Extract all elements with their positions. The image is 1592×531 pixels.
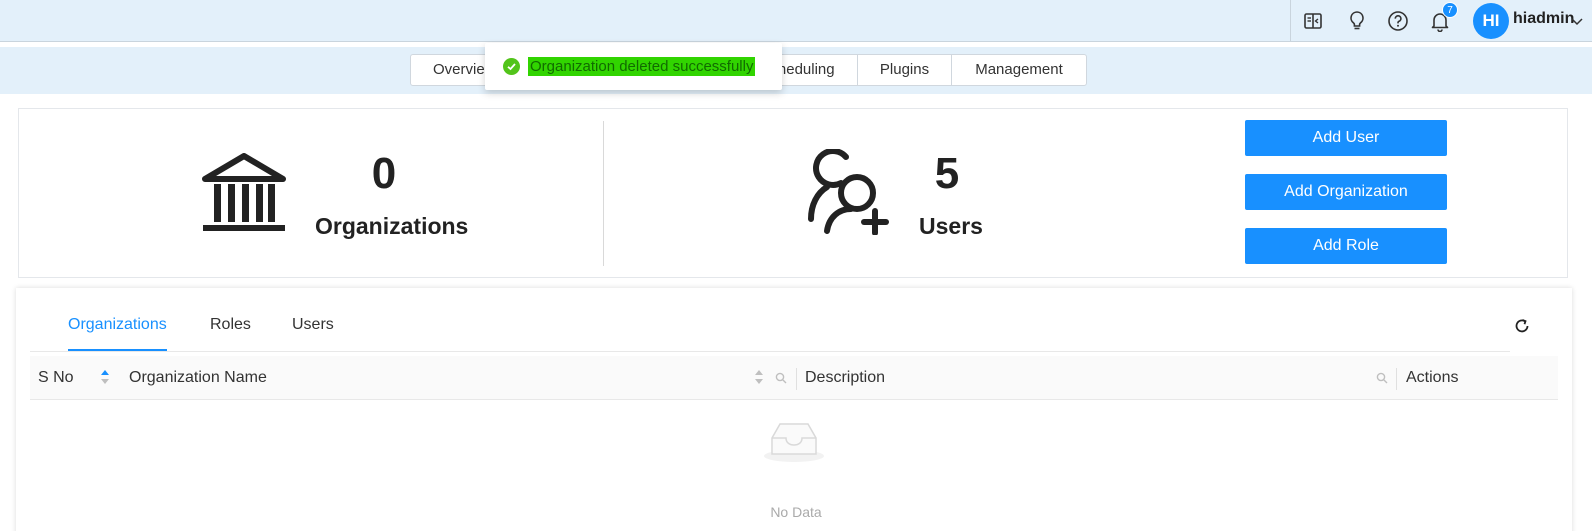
refresh-icon[interactable] xyxy=(1513,317,1531,340)
stats-divider xyxy=(603,121,604,266)
organizations-label: Organizations xyxy=(315,213,469,239)
column-divider xyxy=(796,368,797,390)
add-organization-button[interactable]: Add Organization xyxy=(1245,174,1447,210)
sort-icon[interactable] xyxy=(100,369,110,390)
success-check-icon xyxy=(503,58,520,75)
search-icon[interactable] xyxy=(775,371,787,389)
table-card: Organizations Roles Users S No Organizat… xyxy=(16,288,1572,531)
avatar[interactable]: HI xyxy=(1473,3,1509,39)
subtab-roles[interactable]: Roles xyxy=(210,316,251,334)
chevron-down-icon[interactable] xyxy=(1571,14,1583,32)
add-role-button[interactable]: Add Role xyxy=(1245,228,1447,264)
sort-icon[interactable] xyxy=(754,369,764,390)
column-header-actions: Actions xyxy=(1406,369,1459,386)
table-header: S No Organization Name Description Actio… xyxy=(30,356,1558,400)
notification-count-badge: 7 xyxy=(1442,2,1458,18)
organizations-count: 0 xyxy=(371,149,397,198)
empty-state-label: No Data xyxy=(770,504,822,520)
tab-management[interactable]: Management xyxy=(952,55,1086,85)
empty-state xyxy=(16,418,1572,462)
top-bar: 7 HI hiadmin xyxy=(0,0,1592,42)
organization-building-icon xyxy=(201,153,287,238)
users-count: 5 xyxy=(934,149,960,198)
column-header-sno[interactable]: S No xyxy=(38,369,74,387)
users-label: Users xyxy=(919,213,983,239)
subtab-organizations[interactable]: Organizations xyxy=(68,316,167,334)
tab-plugins[interactable]: Plugins xyxy=(858,55,952,85)
active-tab-indicator xyxy=(68,349,167,351)
topbar-divider xyxy=(1290,0,1291,42)
lightbulb-icon[interactable] xyxy=(1345,9,1369,33)
success-toast: Organization deleted successfully xyxy=(485,43,782,90)
username-label[interactable]: hiadmin xyxy=(1513,10,1574,28)
column-header-description[interactable]: Description xyxy=(805,369,885,387)
toast-message: Organization deleted successfully xyxy=(528,57,756,76)
empty-inbox-icon xyxy=(764,423,824,462)
subtab-bar: Organizations Roles Users xyxy=(30,288,1510,352)
panel-toggle-icon[interactable] xyxy=(1301,9,1325,33)
help-icon[interactable] xyxy=(1386,9,1410,33)
add-user-button[interactable]: Add User xyxy=(1245,120,1447,156)
search-icon[interactable] xyxy=(1376,371,1388,389)
column-divider xyxy=(1396,368,1397,390)
column-header-organization-name[interactable]: Organization Name xyxy=(129,369,267,387)
add-user-icon xyxy=(807,148,891,240)
subtab-users[interactable]: Users xyxy=(292,316,334,334)
